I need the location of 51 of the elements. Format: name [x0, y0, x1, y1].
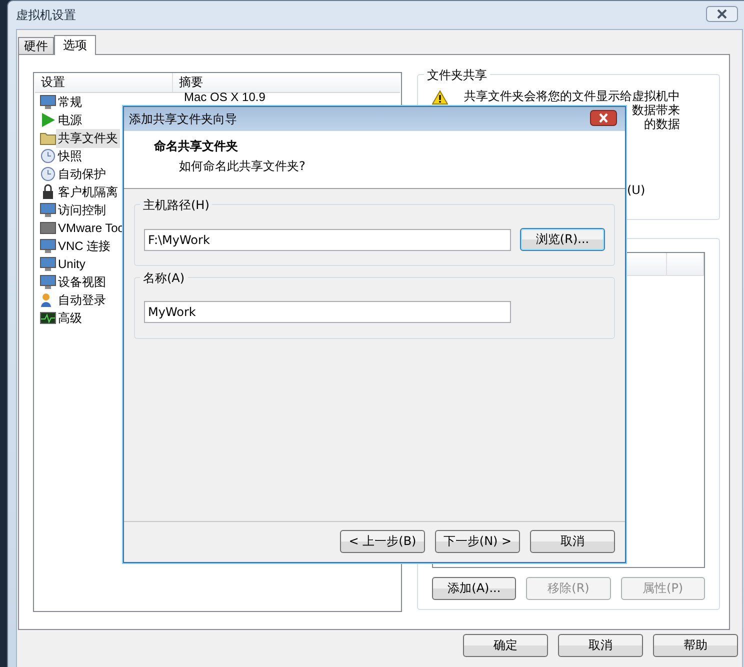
chart-icon	[40, 310, 56, 326]
option-label: (U)	[627, 183, 646, 197]
wizard-button[interactable]: < 上一步(B)	[340, 530, 425, 553]
warning-icon	[432, 90, 448, 105]
field-label: 名称(A)	[140, 270, 188, 287]
monitor-icon	[40, 202, 56, 218]
settings-item[interactable]: VNC 连接	[56, 236, 113, 256]
wizard-button[interactable]: 取消	[530, 530, 615, 553]
monitor-icon	[40, 94, 56, 110]
folder-icon	[40, 130, 56, 146]
settings-item[interactable]: 客户机隔离	[56, 182, 120, 202]
settings-item[interactable]: 共享文件夹	[56, 128, 120, 148]
field-label: 主机路径(H)	[140, 197, 212, 214]
settings-item[interactable]: 常规	[56, 92, 84, 112]
settings-item[interactable]: 电源	[56, 110, 84, 130]
tab[interactable]: 硬件	[18, 37, 54, 54]
settings-item[interactable]: 快照	[56, 146, 84, 166]
warning-text: 共享文件夹会将您的文件显示给虚拟机中	[464, 89, 680, 103]
close-icon[interactable]	[706, 6, 738, 22]
host-path-field[interactable]: F:\MyWork	[144, 228, 511, 250]
settings-item[interactable]: 自动保护	[56, 164, 108, 184]
folder-button[interactable]: 添加(A)...	[432, 577, 516, 600]
settings-item[interactable]: 高级	[56, 308, 84, 328]
clock-icon	[40, 148, 56, 164]
wizard-heading: 命名共享文件夹	[154, 138, 239, 155]
tab[interactable]: 选项	[54, 35, 96, 55]
group-title: 文件夹共享	[424, 67, 490, 84]
dialog-title: 添加共享文件夹向导	[129, 110, 237, 128]
name-field[interactable]: MyWork	[144, 301, 511, 323]
settings-item[interactable]: 自动登录	[56, 290, 108, 310]
warning-text: 数据带来	[632, 103, 680, 117]
close-icon[interactable]	[590, 110, 617, 126]
circle-icon	[40, 166, 56, 182]
wizard-button[interactable]: 下一步(N) >	[435, 530, 520, 553]
window-title: 虚拟机设置	[16, 6, 76, 24]
settings-item[interactable]: 设备视图	[56, 272, 108, 292]
monitor-icon	[40, 238, 56, 254]
play-icon	[40, 112, 56, 128]
wizard-subheading: 如何命名此共享文件夹?	[179, 158, 306, 175]
settings-item[interactable]: Unity	[56, 256, 88, 272]
lock-icon	[40, 184, 56, 200]
summary-text: Mac OS X 10.9	[183, 91, 266, 103]
column-header: 设置	[35, 73, 173, 92]
dialog-button[interactable]: 帮助	[653, 634, 738, 657]
dialog-button[interactable]: 确定	[463, 634, 548, 657]
browse-button[interactable]: 浏览(R)...	[520, 228, 605, 251]
column-header: 摘要	[178, 74, 204, 91]
warning-text: 的数据	[644, 117, 680, 131]
settings-item[interactable]: 访问控制	[56, 200, 108, 220]
square-icon	[40, 220, 56, 236]
dialog-button[interactable]: 取消	[558, 634, 643, 657]
